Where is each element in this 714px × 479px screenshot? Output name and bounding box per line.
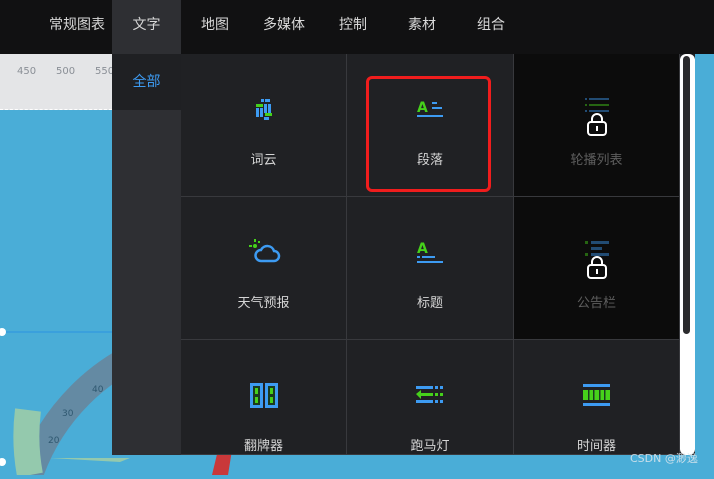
weather-icon: [248, 239, 280, 263]
gauge-label: 20: [48, 436, 60, 446]
tab-media[interactable]: 多媒体: [252, 0, 316, 54]
component-bulletin[interactable]: 公告栏: [514, 197, 680, 340]
component-title[interactable]: A 标题: [347, 197, 514, 340]
component-marquee[interactable]: 跑马灯: [347, 340, 514, 455]
component-paragraph[interactable]: A 段落: [347, 54, 514, 197]
gauge-label: 30: [62, 409, 74, 419]
component-label: 跑马灯: [410, 439, 450, 454]
category-sidebar: 全部: [112, 54, 181, 455]
component-label: 公告栏: [576, 296, 616, 311]
tab-charts[interactable]: 常规图表: [40, 0, 114, 54]
tab-text[interactable]: 文字: [112, 0, 181, 54]
scrollbar-thumb[interactable]: [683, 56, 690, 334]
component-weather[interactable]: 天气预报: [181, 197, 347, 340]
timer-icon: [582, 384, 610, 406]
component-label: 翻牌器: [243, 439, 283, 454]
component-grid: 词云 A 段落 轮播列表 天气预报 A 标题 公告栏 翻牌器 跑马灯 时间器: [181, 54, 680, 455]
lock-icon: [586, 256, 607, 279]
paragraph-icon: A: [417, 100, 443, 117]
tab-assets[interactable]: 素材: [397, 0, 447, 54]
component-label: 天气预报: [237, 296, 290, 311]
svg-text:A: A: [417, 100, 428, 116]
ruler-tick: 500: [56, 66, 76, 77]
component-word-cloud[interactable]: 词云: [181, 54, 347, 197]
flip-counter-icon: [249, 383, 278, 408]
gauge-label: 40: [92, 385, 104, 395]
tab-map[interactable]: 地图: [190, 0, 240, 54]
component-label: 轮播列表: [570, 153, 623, 168]
scrollbar[interactable]: [680, 54, 695, 455]
marquee-icon: [416, 386, 443, 403]
tab-combo[interactable]: 组合: [466, 0, 516, 54]
svg-text:A: A: [417, 241, 428, 257]
component-flip-counter[interactable]: 翻牌器: [181, 340, 347, 455]
word-cloud-icon: [255, 99, 272, 120]
text-components-dropdown: 全部 词云 A 段落 轮播列表 天气预报 A 标题 公告栏 翻牌器 跑马灯 时间…: [112, 54, 695, 455]
component-label: 标题: [416, 296, 443, 311]
lock-icon: [586, 113, 607, 136]
component-label: 词云: [250, 153, 277, 168]
category-all[interactable]: 全部: [112, 54, 181, 110]
top-nav: 常规图表 文字 地图 多媒体 控制 素材 组合: [0, 0, 714, 54]
title-icon: A: [417, 241, 443, 263]
component-label: 段落: [416, 153, 443, 168]
component-carousel-list[interactable]: 轮播列表: [514, 54, 680, 197]
ruler-tick: 450: [17, 66, 37, 77]
tab-control[interactable]: 控制: [328, 0, 378, 54]
ruler: 450 500 550: [0, 54, 114, 110]
component-timer[interactable]: 时间器: [514, 340, 680, 455]
watermark: CSDN @渺逸: [630, 452, 698, 465]
